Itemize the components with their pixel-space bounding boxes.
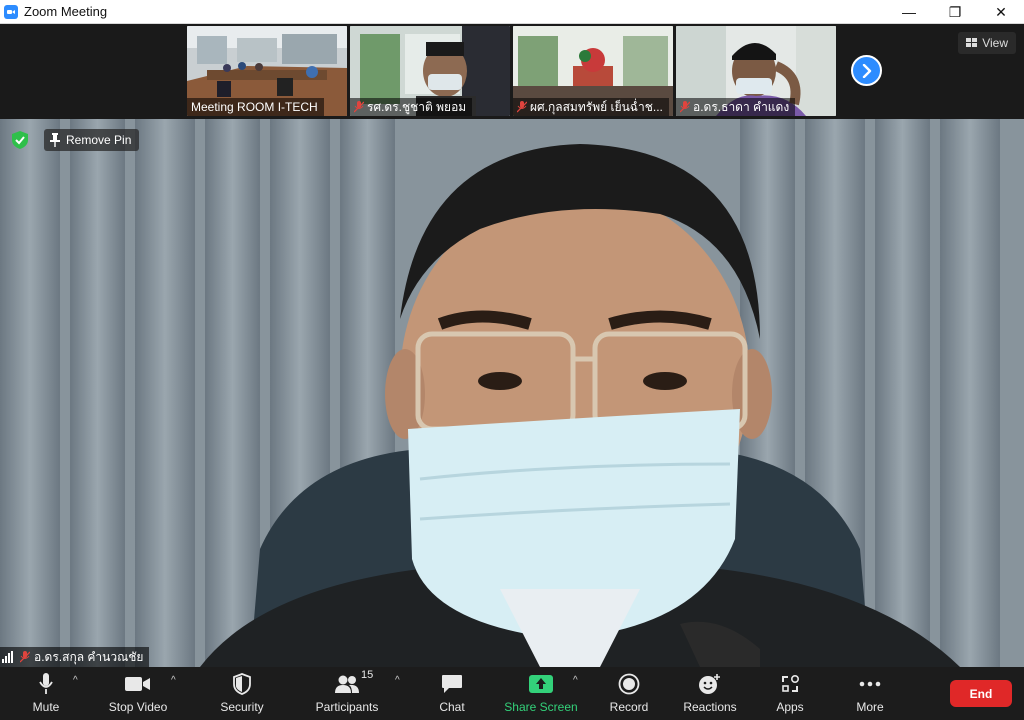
share-options-caret[interactable]: ^	[573, 675, 578, 686]
speaker-video-frame	[0, 119, 1024, 667]
video-camera-icon	[125, 677, 150, 691]
mute-label: Mute	[32, 700, 60, 714]
chat-button[interactable]: Chat	[432, 667, 472, 720]
connection-signal-icon	[2, 651, 13, 663]
participant-thumbnail[interactable]: Meeting ROOM I-TECH	[187, 26, 347, 116]
zoom-app-icon	[4, 4, 18, 19]
mic-muted-icon	[680, 101, 690, 113]
participants-count: 15	[361, 669, 374, 681]
thumbnail-label: รศ.ดร.ชูชาติ พยอม	[350, 98, 473, 116]
thumbnail-strip: Meeting ROOM I-TECH รศ.ดร.ชูชาติ พยอม ผศ…	[0, 24, 1024, 119]
participant-thumbnail[interactable]: รศ.ดร.ชูชาติ พยอม	[350, 26, 510, 116]
reactions-label: Reactions	[683, 700, 737, 714]
smiley-plus-icon	[699, 674, 720, 694]
participant-thumbnail[interactable]: ผศ.กุลสมทรัพย์ เย็นฉ่ำช...	[513, 26, 673, 116]
record-label: Record	[609, 700, 649, 714]
more-dots-icon	[859, 681, 881, 687]
window-title: Zoom Meeting	[24, 4, 108, 19]
end-meeting-button[interactable]: End	[950, 680, 1012, 707]
security-shield-icon	[233, 673, 251, 695]
participant-name: รศ.ดร.ชูชาติ พยอม	[367, 100, 467, 114]
video-options-caret[interactable]: ^	[171, 675, 176, 686]
participants-button[interactable]: 15 Participants	[311, 667, 383, 720]
meeting-toolbar: Mute ^ Stop Video ^ Security 15 Particip…	[0, 667, 1024, 720]
participants-options-caret[interactable]: ^	[395, 675, 400, 686]
microphone-icon	[39, 673, 53, 694]
thumbnail-label: อ.ดร.ธาดา คำแดง	[676, 98, 796, 116]
zoom-window: Zoom Meeting — ❐ ✕ Meeting ROOM I-TECH ร…	[0, 0, 1024, 720]
participant-name: Meeting ROOM I-TECH	[191, 100, 318, 114]
maximize-button[interactable]: ❐	[932, 0, 978, 24]
mute-button[interactable]: Mute	[26, 667, 66, 720]
more-label: More	[856, 700, 884, 714]
share-screen-button[interactable]: Share Screen	[503, 667, 579, 720]
remove-pin-label: Remove Pin	[66, 133, 132, 147]
mic-muted-icon	[20, 651, 30, 663]
view-button[interactable]: View	[958, 32, 1016, 54]
share-screen-icon	[529, 675, 553, 693]
apps-label: Apps	[776, 700, 804, 714]
audio-options-caret[interactable]: ^	[73, 675, 78, 686]
minimize-button[interactable]: —	[886, 0, 932, 24]
reactions-button[interactable]: Reactions	[680, 667, 740, 720]
security-label: Security	[220, 700, 264, 714]
speaker-name: อ.ดร.สกุล คำนวณชัย	[34, 649, 144, 664]
active-speaker-video: Remove Pin อ.ดร.สกุล คำนวณชัย	[0, 119, 1024, 667]
close-button[interactable]: ✕	[978, 0, 1024, 24]
mic-muted-icon	[517, 101, 527, 113]
view-label: View	[982, 36, 1008, 50]
encryption-shield-icon[interactable]	[12, 131, 28, 149]
apps-button[interactable]: Apps	[770, 667, 810, 720]
next-page-button[interactable]	[851, 55, 882, 86]
stop-video-label: Stop Video	[108, 700, 168, 714]
chat-bubble-icon	[442, 675, 462, 693]
window-controls: — ❐ ✕	[886, 0, 1024, 24]
record-icon	[618, 673, 640, 695]
security-button[interactable]: Security	[214, 667, 270, 720]
participant-name: ผศ.กุลสมทรัพย์ เย็นฉ่ำช...	[530, 100, 663, 114]
more-button[interactable]: More	[850, 667, 890, 720]
title-bar: Zoom Meeting — ❐ ✕	[0, 0, 1024, 24]
thumbnail-label: Meeting ROOM I-TECH	[187, 98, 324, 116]
pin-icon	[50, 133, 60, 147]
grid-view-icon	[966, 38, 978, 47]
mic-muted-icon	[354, 101, 364, 113]
speaker-name-label: อ.ดร.สกุล คำนวณชัย	[0, 647, 150, 667]
participants-icon	[335, 675, 359, 693]
remove-pin-button[interactable]: Remove Pin	[44, 129, 140, 151]
participant-name: อ.ดร.ธาดา คำแดง	[693, 100, 790, 114]
chevron-right-icon	[862, 63, 871, 78]
participants-label: Participants	[315, 700, 379, 714]
participant-thumbnail[interactable]: อ.ดร.ธาดา คำแดง	[676, 26, 836, 116]
apps-icon	[782, 674, 800, 692]
share-screen-label: Share Screen	[504, 700, 578, 714]
record-button[interactable]: Record	[606, 667, 652, 720]
chat-label: Chat	[439, 700, 465, 714]
stop-video-button[interactable]: Stop Video	[104, 667, 172, 720]
thumbnail-label: ผศ.กุลสมทรัพย์ เย็นฉ่ำช...	[513, 98, 669, 116]
